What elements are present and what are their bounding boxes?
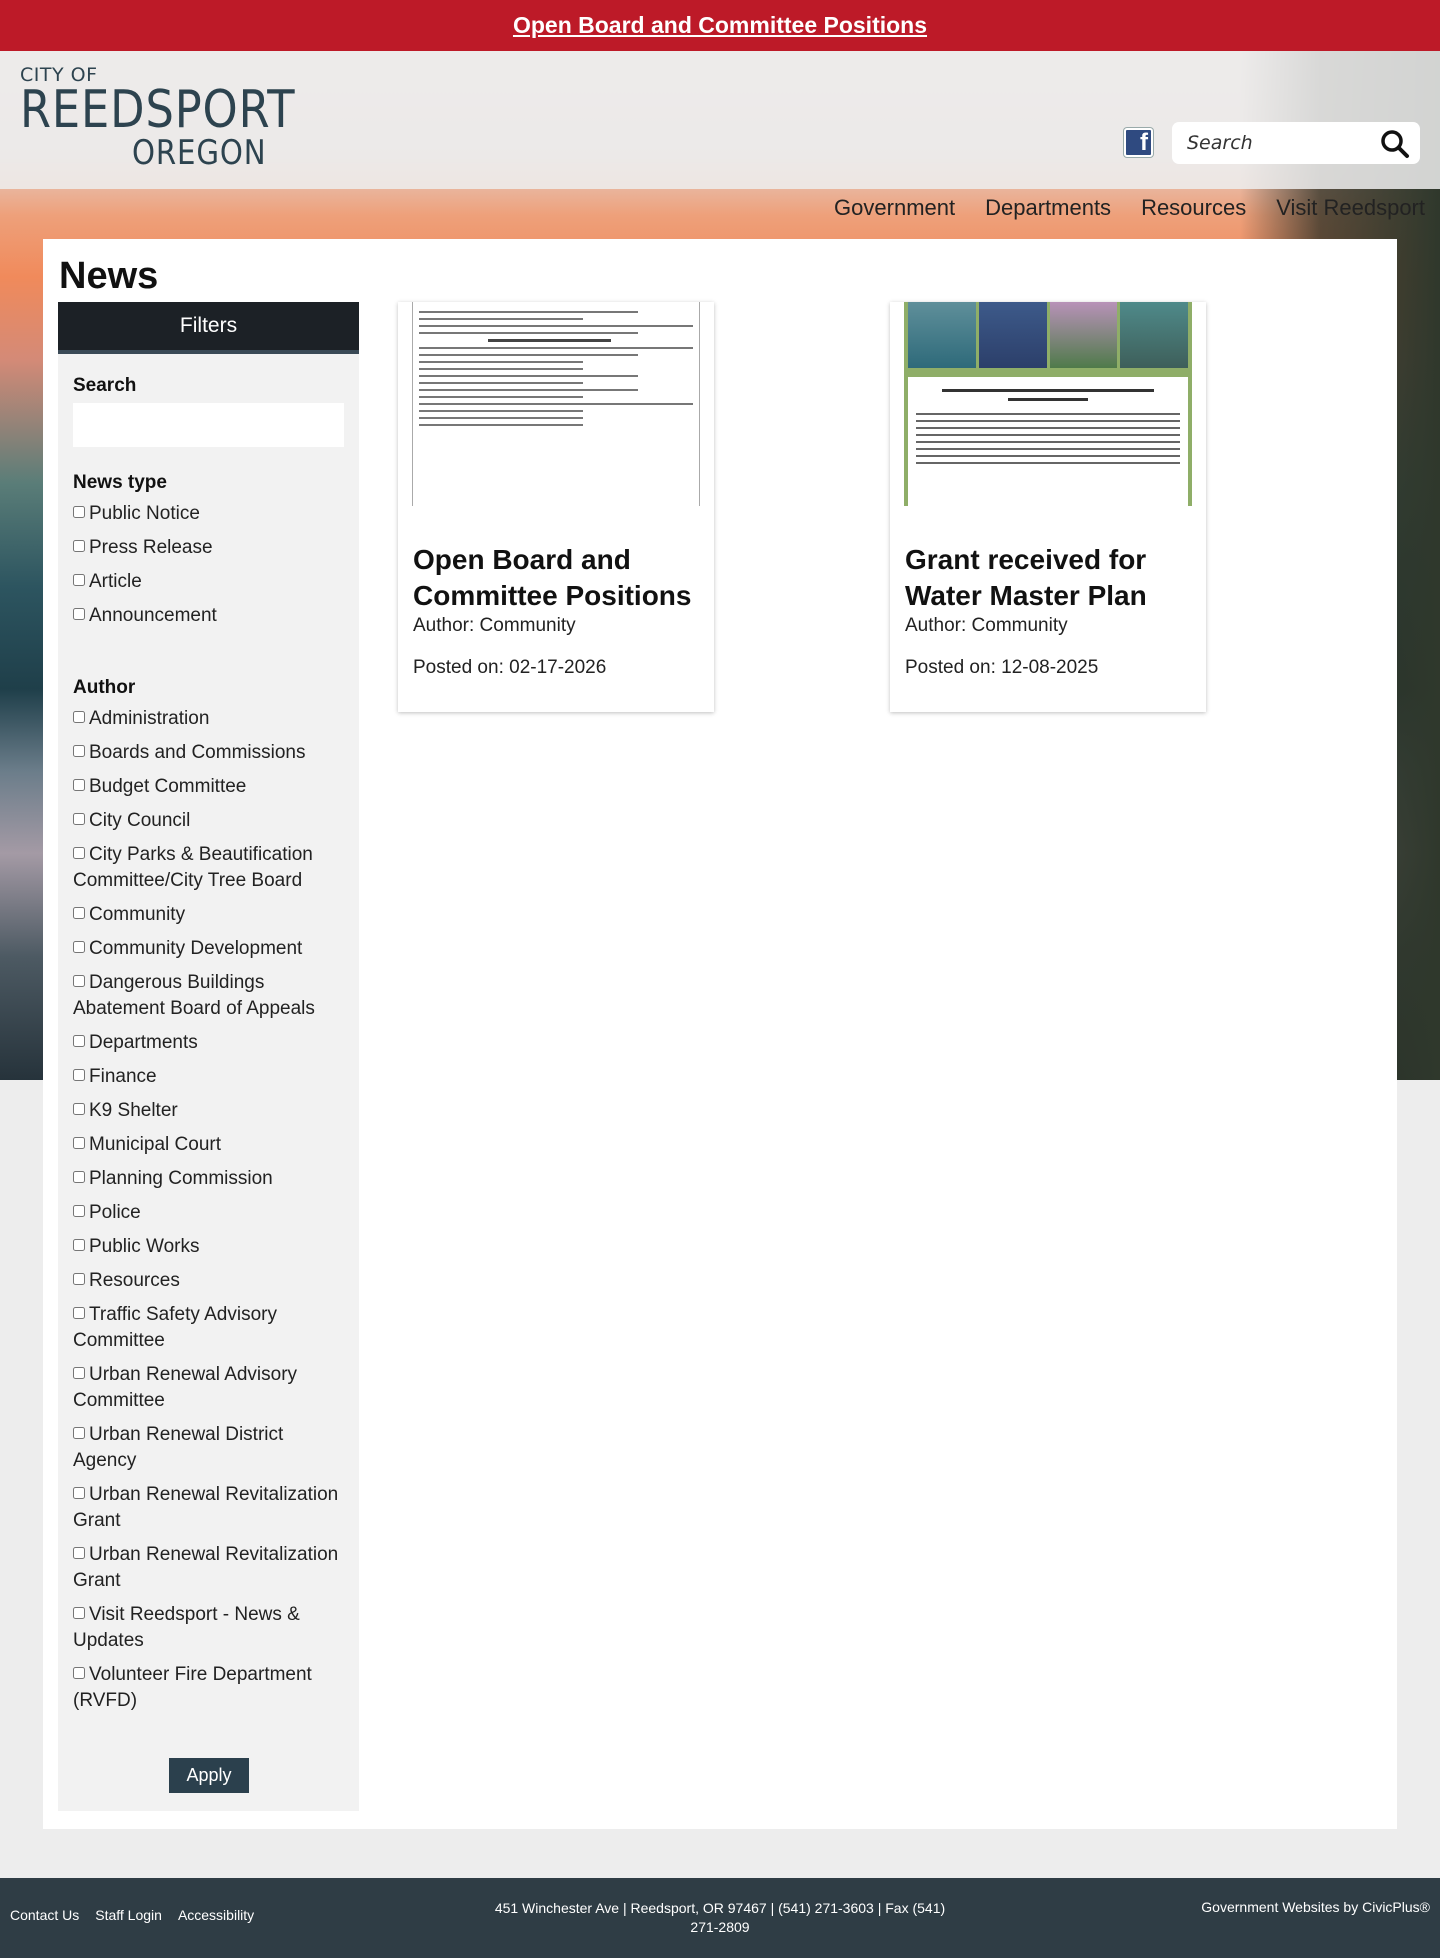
footer-accessibility[interactable]: Accessibility [178, 1907, 254, 1923]
author-option[interactable]: Municipal Court [73, 1132, 349, 1158]
author-option[interactable]: Urban Renewal Revitalization Grant [73, 1542, 349, 1594]
author-option[interactable]: Police [73, 1200, 349, 1226]
author-checkbox[interactable] [73, 1547, 85, 1559]
author-checkbox[interactable] [73, 847, 85, 859]
news-type-checkbox[interactable] [73, 574, 85, 586]
author-option[interactable]: Urban Renewal Advisory Committee [73, 1362, 349, 1414]
news-thumbnail [412, 302, 700, 506]
author-checkbox[interactable] [73, 1171, 85, 1183]
author-checkbox[interactable] [73, 1427, 85, 1439]
alert-banner: Open Board and Committee Positions [0, 0, 1440, 51]
news-date: Posted on: 02-17-2026 [413, 657, 607, 678]
author-option[interactable]: Departments [73, 1030, 349, 1056]
author-option[interactable]: Boards and Commissions [73, 740, 349, 766]
filter-search-label: Search [73, 375, 137, 396]
logo-line-3: OREGON [132, 133, 267, 173]
filter-search-input[interactable] [73, 403, 344, 447]
footer-address: 451 Winchester Ave | Reedsport, OR 97467… [494, 1900, 946, 1935]
author-checkbox[interactable] [73, 1273, 85, 1285]
author-checkbox[interactable] [73, 907, 85, 919]
author-checkbox[interactable] [73, 779, 85, 791]
author-checkbox[interactable] [73, 1367, 85, 1379]
author-checkbox[interactable] [73, 1487, 85, 1499]
news-type-checkbox[interactable] [73, 540, 85, 552]
author-option[interactable]: Urban Renewal District Agency [73, 1422, 349, 1474]
author-option[interactable]: Public Works [73, 1234, 349, 1260]
author-option[interactable]: Administration [73, 706, 349, 732]
author-options: Administration Boards and Commissions Bu… [73, 706, 349, 1722]
author-checkbox[interactable] [73, 1069, 85, 1081]
author-checkbox[interactable] [73, 941, 85, 953]
author-option[interactable]: K9 Shelter [73, 1098, 349, 1124]
author-option[interactable]: Resources [73, 1268, 349, 1294]
author-option[interactable]: Budget Committee [73, 774, 349, 800]
author-option[interactable]: Finance [73, 1064, 349, 1090]
news-author: Author: Community [905, 615, 1068, 636]
news-type-options: Public Notice Press Release Article Anno… [73, 501, 349, 637]
footer-links: Contact Us Staff Login Accessibility [10, 1907, 254, 1923]
author-checkbox[interactable] [73, 1103, 85, 1115]
author-option[interactable]: Community [73, 902, 349, 928]
author-option[interactable]: Visit Reedsport - News & Updates [73, 1602, 349, 1654]
news-card[interactable]: Grant received for Water Master Plan Aut… [890, 302, 1206, 712]
filters-panel: Filters Search News type Public Notice P… [58, 302, 359, 1811]
footer-contact-us[interactable]: Contact Us [10, 1907, 79, 1923]
news-type-option[interactable]: Announcement [73, 603, 349, 629]
author-checkbox[interactable] [73, 1307, 85, 1319]
author-checkbox[interactable] [73, 1607, 85, 1619]
author-option[interactable]: Urban Renewal Revitalization Grant [73, 1482, 349, 1534]
author-checkbox[interactable] [73, 711, 85, 723]
news-type-label: News type [73, 472, 167, 493]
apply-button[interactable]: Apply [169, 1758, 249, 1793]
author-checkbox[interactable] [73, 1035, 85, 1047]
author-option[interactable]: City Council [73, 808, 349, 834]
author-checkbox[interactable] [73, 975, 85, 987]
news-author: Author: Community [413, 615, 576, 636]
news-date: Posted on: 12-08-2025 [905, 657, 1099, 678]
news-thumbnail [904, 302, 1192, 506]
logo-line-2: REEDSPORT [20, 80, 296, 140]
facebook-icon[interactable]: f [1124, 128, 1153, 157]
city-logo[interactable]: CITY OF REEDSPORT OREGON [20, 64, 340, 170]
news-title[interactable]: Open Board and Committee Positions [413, 542, 705, 614]
author-checkbox[interactable] [73, 1239, 85, 1251]
author-option[interactable]: City Parks & Beautification Committee/Ci… [73, 842, 349, 894]
search-icon[interactable] [1380, 129, 1410, 159]
nav-visit-reedsport[interactable]: Visit Reedsport [1276, 195, 1425, 221]
site-search [1172, 122, 1420, 164]
author-checkbox[interactable] [73, 813, 85, 825]
news-type-checkbox[interactable] [73, 506, 85, 518]
footer-staff-login[interactable]: Staff Login [95, 1907, 162, 1923]
author-checkbox[interactable] [73, 1205, 85, 1217]
filters-heading: Filters [58, 302, 359, 354]
nav-resources[interactable]: Resources [1141, 195, 1246, 221]
author-checkbox[interactable] [73, 1137, 85, 1149]
news-type-option[interactable]: Public Notice [73, 501, 349, 527]
author-checkbox[interactable] [73, 1667, 85, 1679]
author-option[interactable]: Community Development [73, 936, 349, 962]
footer-credit[interactable]: Government Websites by CivicPlus® [1201, 1899, 1430, 1915]
site-search-input[interactable] [1187, 132, 1377, 154]
site-footer: Contact Us Staff Login Accessibility 451… [0, 1878, 1440, 1958]
author-option[interactable]: Traffic Safety Advisory Committee [73, 1302, 349, 1354]
nav-departments[interactable]: Departments [985, 195, 1111, 221]
author-label: Author [73, 677, 136, 698]
author-checkbox[interactable] [73, 745, 85, 757]
page-title: News [59, 255, 159, 297]
main-content: News Filters Search News type Public Not… [43, 239, 1397, 1829]
nav-government[interactable]: Government [834, 195, 955, 221]
news-type-option[interactable]: Press Release [73, 535, 349, 561]
author-option[interactable]: Volunteer Fire Department (RVFD) [73, 1662, 349, 1714]
news-type-checkbox[interactable] [73, 608, 85, 620]
alert-link[interactable]: Open Board and Committee Positions [513, 12, 927, 39]
news-title[interactable]: Grant received for Water Master Plan [905, 542, 1197, 614]
site-header: CITY OF REEDSPORT OREGON f Government De… [0, 51, 1440, 220]
news-type-option[interactable]: Article [73, 569, 349, 595]
main-nav: Government Departments Resources Visit R… [834, 195, 1425, 221]
author-option[interactable]: Planning Commission [73, 1166, 349, 1192]
author-option[interactable]: Dangerous Buildings Abatement Board of A… [73, 970, 349, 1022]
news-card[interactable]: Open Board and Committee Positions Autho… [398, 302, 714, 712]
